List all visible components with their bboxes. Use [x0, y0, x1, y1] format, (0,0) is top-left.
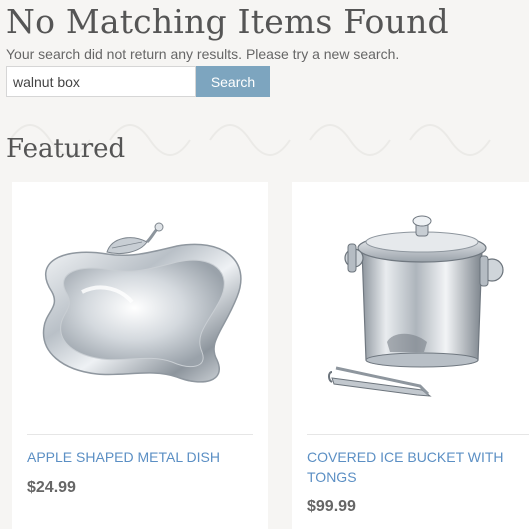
product-price: $99.99 [307, 498, 356, 515]
apple-dish-image[interactable] [12, 182, 268, 432]
product-card: APPLE SHAPED METAL DISH $24.99 [12, 182, 268, 529]
product-price: $24.99 [27, 479, 76, 496]
card-divider [307, 434, 529, 435]
product-name-link[interactable]: COVERED ICE BUCKET WITH TONGS [307, 447, 517, 487]
tongs [328, 366, 432, 397]
page-title: No Matching Items Found [6, 2, 449, 41]
search-input[interactable] [6, 66, 196, 97]
product-card: COVERED ICE BUCKET WITH TONGS $99.99 [292, 182, 529, 529]
search-form: Search [6, 66, 270, 97]
product-name-link[interactable]: APPLE SHAPED METAL DISH [27, 447, 237, 467]
no-results-message: Your search did not return any results. … [6, 46, 400, 62]
search-button[interactable]: Search [196, 66, 270, 97]
featured-heading: Featured [6, 134, 126, 164]
ice-bucket-image[interactable] [292, 182, 529, 432]
leaf-handle [106, 222, 164, 255]
card-divider [27, 434, 253, 435]
